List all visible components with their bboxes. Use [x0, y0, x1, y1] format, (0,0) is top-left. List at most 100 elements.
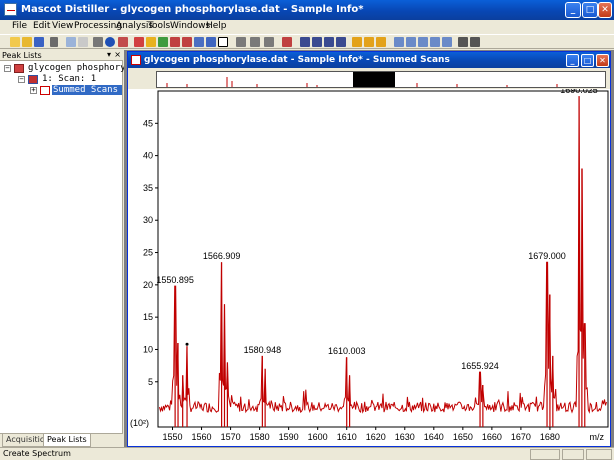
menu-windows[interactable]: Windows: [170, 21, 210, 31]
cut-icon[interactable]: [50, 37, 58, 47]
search-results-icon[interactable]: [324, 37, 334, 47]
x-tick-label: 1630: [395, 432, 415, 442]
x-tick-label: 1550: [163, 432, 183, 442]
child-minimize-button[interactable]: _: [566, 54, 579, 67]
tile-icon[interactable]: [458, 37, 468, 47]
x-tick-label: 1600: [308, 432, 328, 442]
panel-close-icon[interactable]: ×: [114, 50, 121, 59]
zoom-out-icon[interactable]: [182, 37, 192, 47]
open-folder-icon[interactable]: [22, 37, 32, 47]
y-tick-label: 10: [143, 344, 153, 354]
filter-icon[interactable]: [282, 37, 292, 47]
menu-edit[interactable]: Edit: [33, 21, 50, 31]
menu-tools[interactable]: Tools: [148, 21, 170, 31]
x-tick-label: 1580: [250, 432, 270, 442]
copy-icon[interactable]: [66, 37, 76, 47]
status-text: Create Spectrum: [3, 449, 71, 458]
spectrum-overview[interactable]: [156, 71, 606, 88]
child-close-button[interactable]: ✕: [596, 54, 609, 67]
menu-bar: File Edit View Processing Analysis Tools…: [0, 20, 614, 34]
deisotope-icon[interactable]: [442, 37, 452, 47]
spectrum-icon[interactable]: [134, 37, 144, 47]
overview-selection-window[interactable]: [353, 72, 395, 87]
search-batch-icon[interactable]: [312, 37, 322, 47]
settings-icon[interactable]: [118, 37, 128, 47]
y-axis-unit-label: (10²): [130, 418, 149, 428]
mdi-workspace: glycogen phosphorylase.dat - Sample Info…: [124, 50, 614, 447]
zoom-reset-icon[interactable]: [194, 37, 204, 47]
chart-stack-icon[interactable]: [364, 37, 374, 47]
menu-processing[interactable]: Processing: [74, 21, 122, 31]
label-icon[interactable]: [236, 37, 246, 47]
expand-icon[interactable]: +: [30, 87, 37, 94]
close-button[interactable]: ✕: [598, 2, 612, 18]
process-all-icon[interactable]: [406, 37, 416, 47]
x-tick-label: 1560: [192, 432, 212, 442]
tab-peak-lists[interactable]: Peak Lists: [43, 434, 91, 447]
smooth-icon[interactable]: [418, 37, 428, 47]
save-icon[interactable]: [34, 37, 44, 47]
tool-icon[interactable]: [158, 37, 168, 47]
spectrum-window-icon: [131, 55, 141, 65]
y-tick-label: 20: [143, 280, 153, 290]
spectrum-chart: 5 10 15 20 25 30 35 40 45 (10²) 1550 1560 1570 1580 15…: [130, 89, 609, 442]
status-cell: [586, 449, 612, 460]
panel-title: Peak Lists: [2, 51, 42, 60]
document-icon: [14, 64, 24, 73]
collapse-icon[interactable]: −: [4, 65, 11, 72]
view-icon[interactable]: [218, 37, 228, 47]
collapse-icon[interactable]: −: [18, 76, 25, 83]
y-tick-label: 45: [143, 118, 153, 128]
print-icon[interactable]: [93, 37, 103, 47]
app-title-bar[interactable]: Mascot Distiller - glycogen phosphorylas…: [0, 0, 614, 20]
menu-help[interactable]: Help: [206, 21, 227, 31]
maximize-button[interactable]: □: [582, 2, 598, 18]
peak-label: 1610.003: [328, 346, 366, 356]
peak-pick-icon[interactable]: [146, 37, 156, 47]
y-tick-label: 25: [143, 248, 153, 258]
pin-icon[interactable]: ▾: [107, 50, 111, 59]
zoom-in-icon[interactable]: [170, 37, 180, 47]
chart-compare-icon[interactable]: [376, 37, 386, 47]
app-icon: [4, 3, 17, 16]
y-tick-label: 5: [148, 377, 153, 387]
spectrum-window: glycogen phosphorylase.dat - Sample Info…: [127, 51, 611, 447]
status-bar: Create Spectrum: [0, 447, 614, 460]
minimize-button[interactable]: _: [565, 2, 581, 18]
chart-icon[interactable]: [352, 37, 362, 47]
paste-icon[interactable]: [78, 37, 88, 47]
search-export-icon[interactable]: [336, 37, 346, 47]
peak-label: 1679.000: [528, 251, 566, 261]
spectrum-node-icon: [40, 86, 50, 95]
open-icon[interactable]: [10, 37, 20, 47]
centroid-icon[interactable]: [430, 37, 440, 47]
menu-view[interactable]: View: [52, 21, 73, 31]
cascade-icon[interactable]: [470, 37, 480, 47]
status-cell: [530, 449, 560, 460]
toolbar: [0, 34, 614, 49]
child-maximize-button[interactable]: □: [581, 54, 594, 67]
peak-marker: [185, 342, 189, 346]
x-tick-label: 1680: [540, 432, 560, 442]
menu-file[interactable]: File: [12, 21, 27, 31]
y-tick-label: 40: [143, 151, 153, 161]
peak-label: 1566.909: [203, 251, 241, 261]
panel-header: Peak Lists ▾ ×: [0, 50, 123, 61]
x-tick-label: 1670: [511, 432, 531, 442]
y-tick-label: 35: [143, 183, 153, 193]
x-tick-label: 1610: [337, 432, 357, 442]
spectrum-plot[interactable]: 5 10 15 20 25 30 35 40 45 (10²) 1550 1560 1570 1580 15…: [128, 89, 610, 446]
x-tick-label: 1590: [279, 432, 299, 442]
label-clear-icon[interactable]: [264, 37, 274, 47]
undo-zoom-icon[interactable]: [206, 37, 216, 47]
search-icon[interactable]: [300, 37, 310, 47]
spectrum-window-title: glycogen phosphorylase.dat - Sample Info…: [144, 55, 450, 65]
label-all-icon[interactable]: [250, 37, 260, 47]
panel-tabs: Acquisition Peak Lists: [0, 433, 123, 447]
peak-label: 1580.948: [244, 345, 282, 355]
spectrum-window-title-bar[interactable]: glycogen phosphorylase.dat - Sample Info…: [128, 52, 610, 68]
status-cell: [562, 449, 584, 460]
process-icon[interactable]: [394, 37, 404, 47]
x-tick-label: 1650: [453, 432, 473, 442]
info-icon[interactable]: [105, 37, 115, 47]
